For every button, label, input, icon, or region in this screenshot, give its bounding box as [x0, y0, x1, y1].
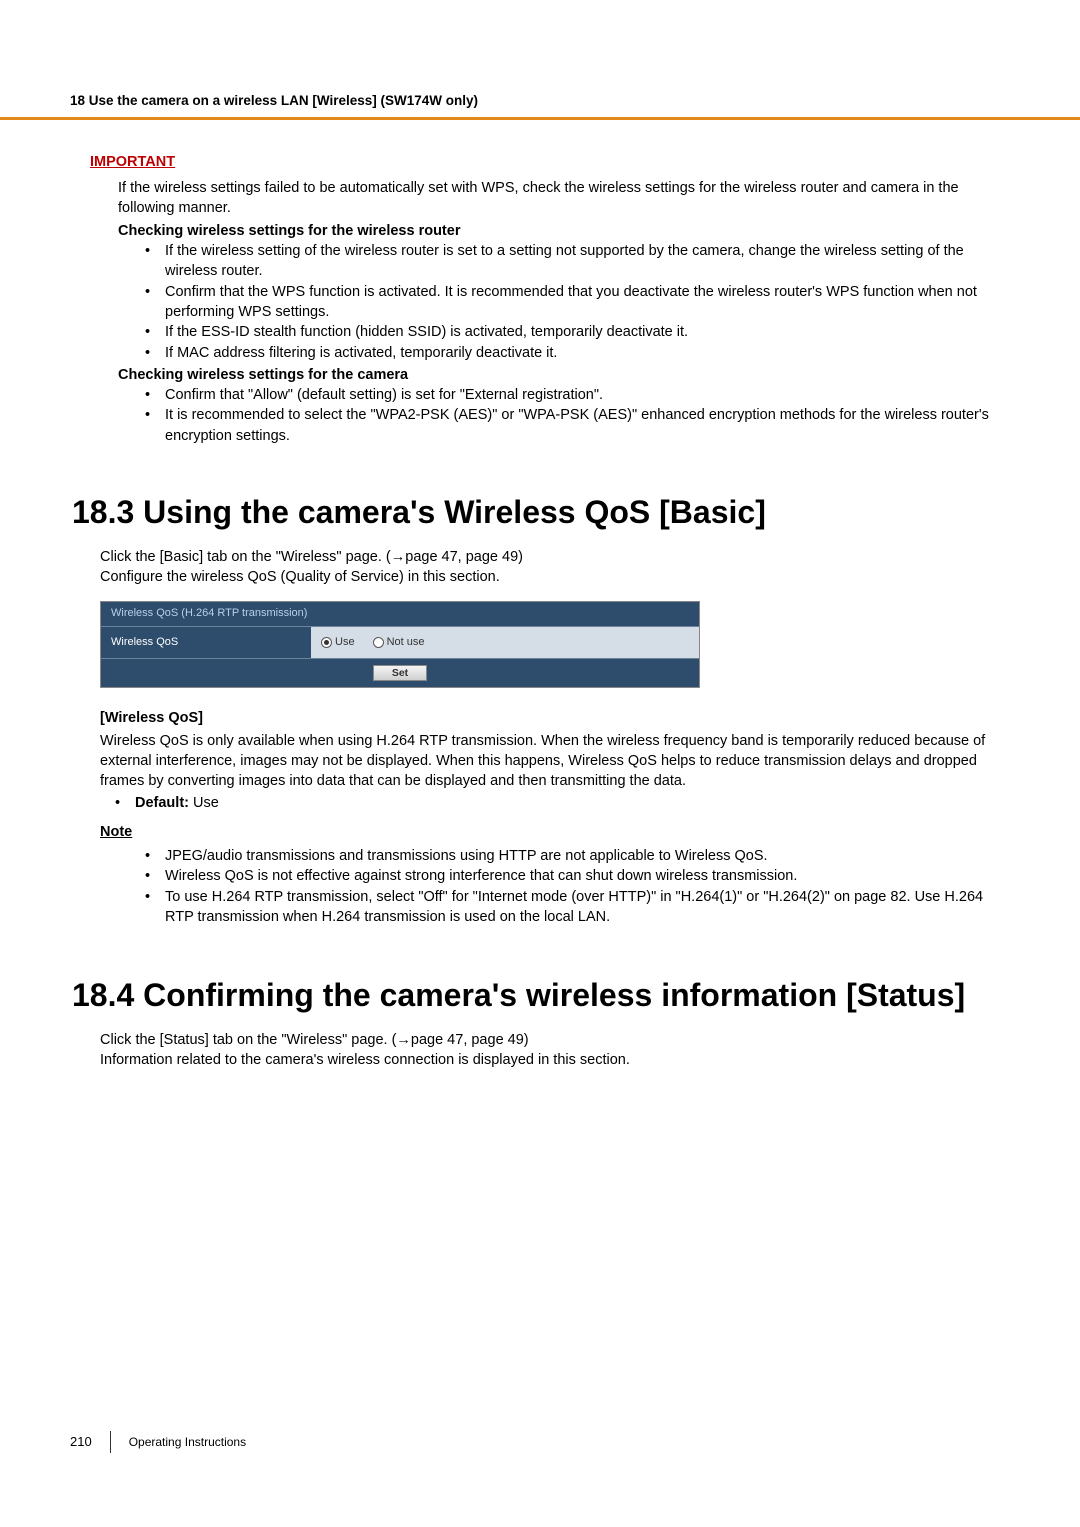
list-item: If the ESS-ID stealth function (hidden S… — [145, 322, 990, 342]
wireless-qos-subheading: [Wireless QoS] — [90, 708, 990, 728]
camera-bullet-list: Confirm that "Allow" (default setting) i… — [90, 385, 990, 446]
footer-divider — [110, 1431, 111, 1453]
panel-controls: Use Not use — [311, 627, 699, 658]
page-content: IMPORTANT If the wireless settings faile… — [0, 152, 1080, 1071]
list-item: Wireless QoS is not effective against st… — [145, 866, 990, 886]
router-bullet-list: If the wireless setting of the wireless … — [90, 241, 990, 363]
important-label: IMPORTANT — [90, 152, 990, 172]
list-item: If MAC address filtering is activated, t… — [145, 343, 990, 363]
wireless-qos-panel: Wireless QoS (H.264 RTP transmission) Wi… — [100, 601, 700, 688]
section183-line2: Configure the wireless QoS (Quality of S… — [90, 567, 990, 587]
page-chapter-header: 18 Use the camera on a wireless LAN [Wir… — [0, 0, 1080, 120]
list-item: Confirm that the WPS function is activat… — [145, 282, 990, 323]
important-intro: If the wireless settings failed to be au… — [90, 178, 990, 219]
list-item: JPEG/audio transmissions and transmissio… — [145, 846, 990, 866]
panel-title: Wireless QoS (H.264 RTP transmission) — [101, 602, 699, 625]
page-number: 210 — [70, 1433, 92, 1451]
note-label: Note — [90, 822, 990, 842]
default-bullet: Default: Use — [90, 793, 990, 813]
list-item: Default: Use — [115, 793, 990, 813]
section184-line2: Information related to the camera's wire… — [90, 1050, 990, 1070]
camera-check-heading: Checking wireless settings for the camer… — [90, 365, 990, 385]
section184-line1: Click the [Status] tab on the "Wireless"… — [90, 1030, 990, 1050]
list-item: To use H.264 RTP transmission, select "O… — [145, 887, 990, 928]
note-bullet-list: JPEG/audio transmissions and transmissio… — [90, 846, 990, 927]
radio-icon — [321, 637, 332, 648]
wireless-qos-body: Wireless QoS is only available when usin… — [90, 731, 990, 792]
radio-use-label: Use — [335, 635, 355, 650]
panel-set-row: Set — [101, 658, 699, 687]
default-value: Use — [189, 795, 219, 811]
radio-not-use-label: Not use — [387, 635, 425, 650]
radio-not-use[interactable]: Not use — [373, 635, 425, 650]
default-label: Default: — [135, 795, 189, 811]
page-footer: 210 Operating Instructions — [70, 1431, 246, 1453]
panel-row-label: Wireless QoS — [101, 627, 311, 658]
section-heading-18-3: 18.3 Using the camera's Wireless QoS [Ba… — [72, 490, 990, 535]
list-item: If the wireless setting of the wireless … — [145, 241, 990, 282]
doc-title: Operating Instructions — [129, 1434, 246, 1451]
set-button[interactable]: Set — [373, 665, 427, 681]
section183-line1: Click the [Basic] tab on the "Wireless" … — [90, 547, 990, 567]
panel-row: Wireless QoS Use Not use — [101, 626, 699, 658]
section-heading-18-4: 18.4 Confirming the camera's wireless in… — [72, 973, 990, 1018]
list-item: Confirm that "Allow" (default setting) i… — [145, 385, 990, 405]
router-check-heading: Checking wireless settings for the wirel… — [90, 221, 990, 241]
list-item: It is recommended to select the "WPA2-PS… — [145, 405, 990, 446]
radio-icon — [373, 637, 384, 648]
radio-use[interactable]: Use — [321, 635, 355, 650]
